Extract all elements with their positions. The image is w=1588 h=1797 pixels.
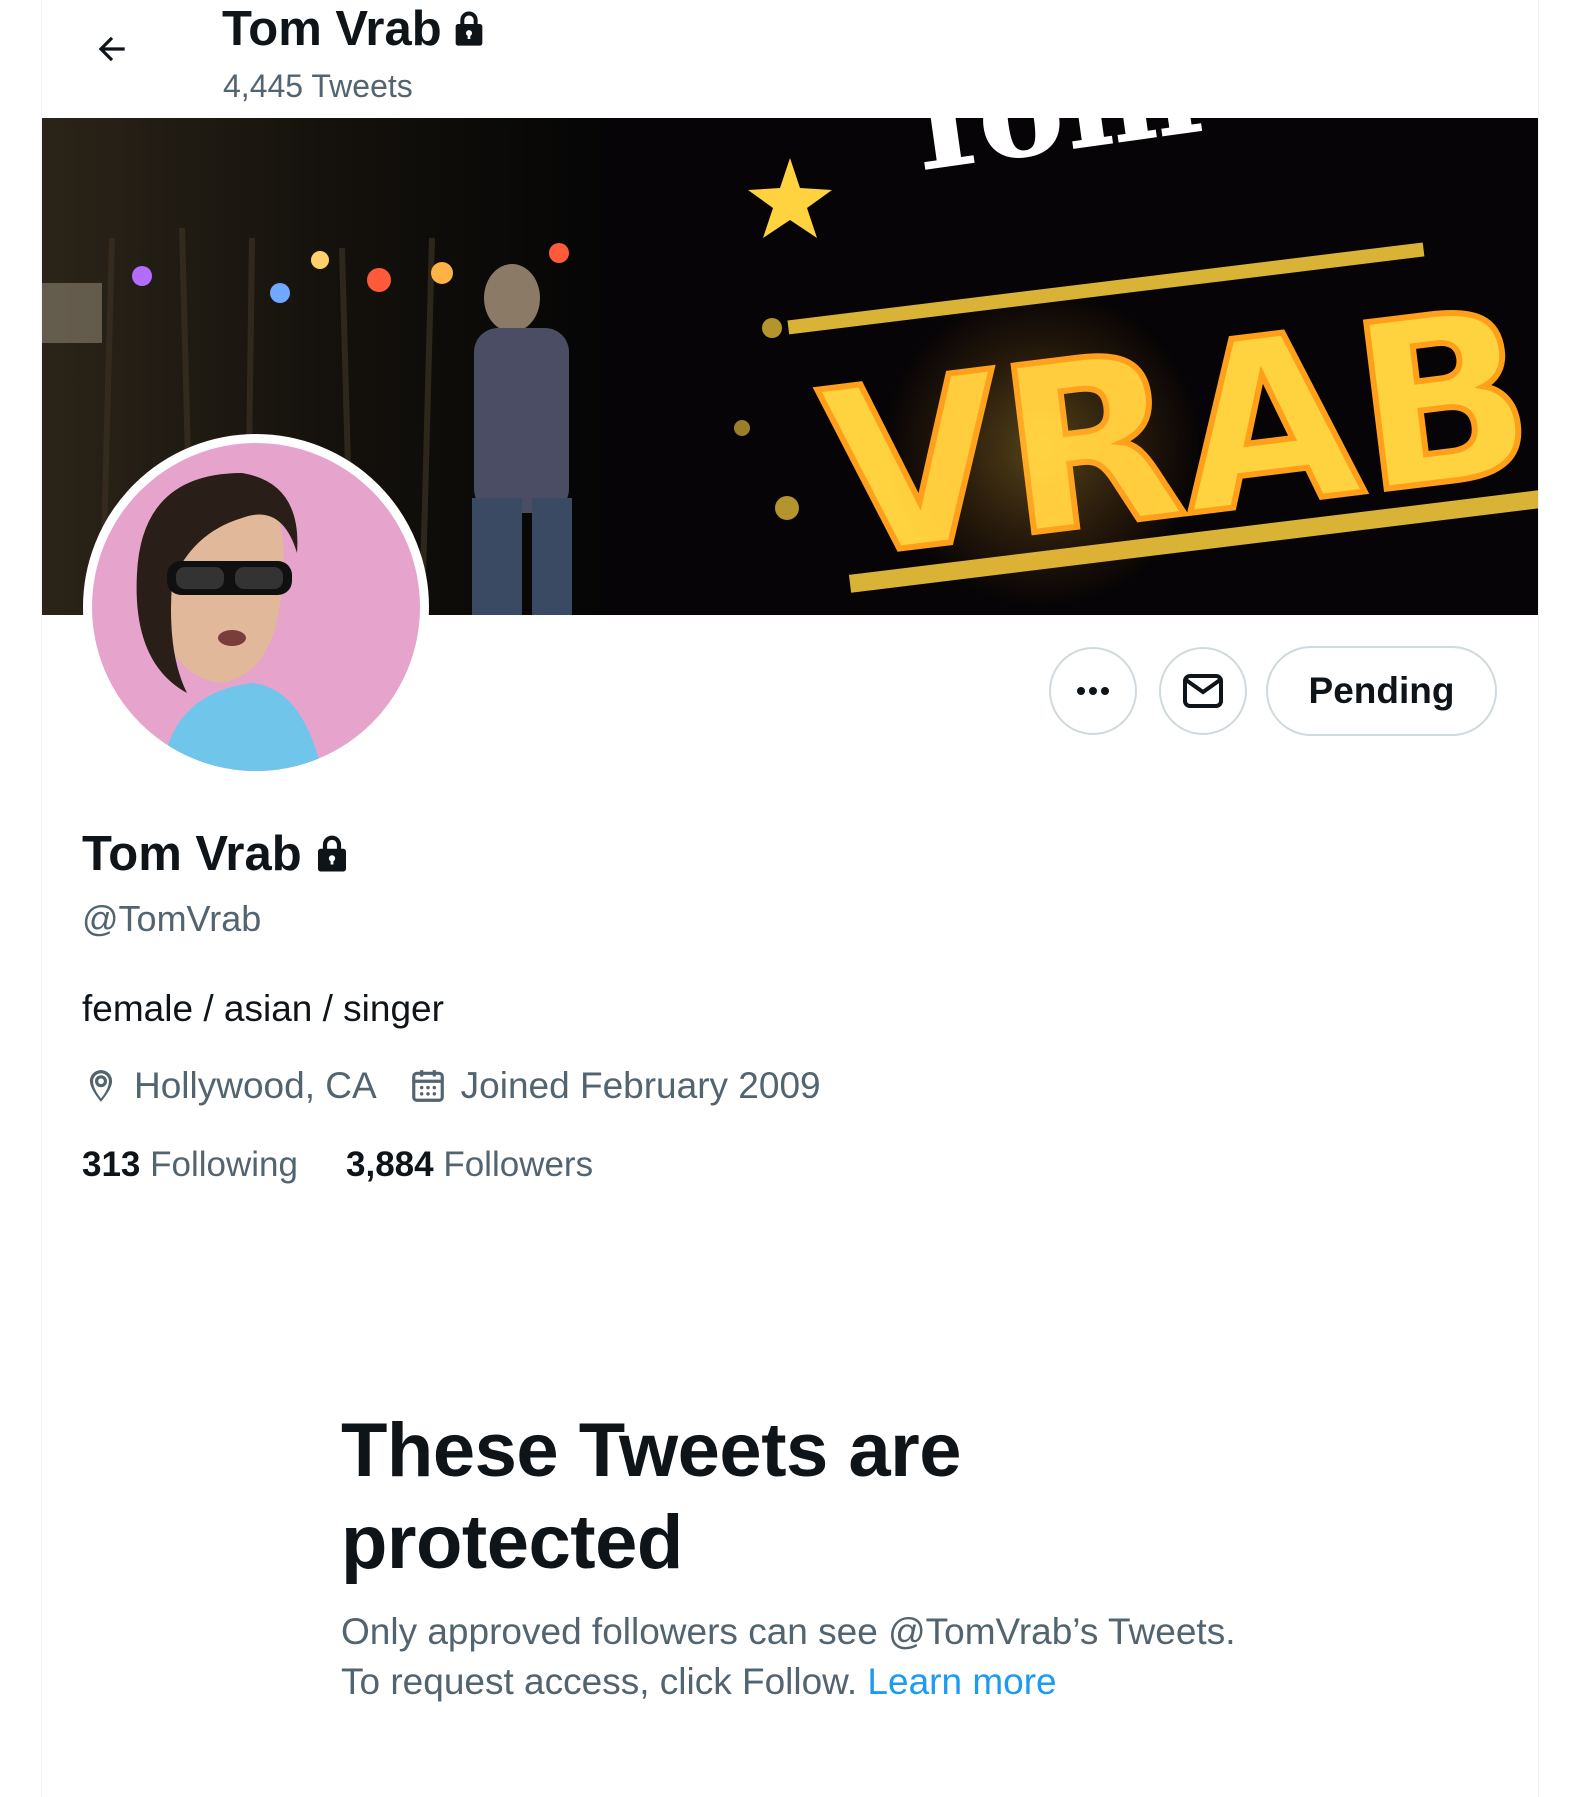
ellipsis-icon	[1077, 687, 1109, 695]
arrow-left-icon	[98, 36, 125, 62]
followers-count: 3,884	[346, 1145, 434, 1184]
location-pin-icon	[89, 1070, 113, 1102]
joined-item: Joined February 2009	[409, 1065, 821, 1107]
protected-notice: These Tweets are protected Only approved…	[341, 1405, 1301, 1707]
followers-link[interactable]: 3,884 Followers	[346, 1145, 593, 1185]
message-button[interactable]	[1159, 647, 1247, 735]
tweet-count: 4,445 Tweets	[223, 68, 413, 104]
calendar-icon	[411, 1070, 444, 1102]
lock-icon	[455, 11, 482, 46]
envelope-icon	[1183, 674, 1223, 708]
profile-handle: @TomVrab	[82, 898, 262, 939]
following-label: Following	[150, 1145, 298, 1184]
more-options-button[interactable]	[1049, 647, 1137, 735]
profile-column: Tom Vrab 4,445 Tweets VRAB Pending Tom V…	[41, 0, 1539, 1797]
protected-body-text: Only approved followers can see @TomVrab…	[341, 1611, 1236, 1702]
avatar[interactable]	[83, 434, 429, 780]
following-count: 313	[82, 1145, 141, 1184]
header-title: Tom Vrab	[222, 0, 486, 58]
learn-more-link[interactable]: Learn more	[867, 1661, 1056, 1702]
location-text: Hollywood, CA	[134, 1065, 377, 1106]
profile-display-name: Tom Vrab	[82, 827, 302, 881]
pending-button[interactable]: Pending	[1266, 646, 1497, 736]
following-link[interactable]: 313 Following	[82, 1145, 298, 1185]
profile-stats: 313 Following 3,884 Followers	[82, 1145, 641, 1185]
avatar-image	[92, 443, 420, 771]
protected-title: These Tweets are protected	[341, 1408, 962, 1585]
followers-label: Followers	[443, 1145, 594, 1184]
lock-icon	[317, 835, 346, 872]
back-button[interactable]	[77, 14, 147, 84]
location-item: Hollywood, CA	[82, 1065, 377, 1107]
top-header: Tom Vrab 4,445 Tweets	[42, 0, 1538, 118]
header-name: Tom Vrab	[222, 2, 442, 56]
profile-name: Tom Vrab	[82, 826, 350, 882]
joined-text: Joined February 2009	[460, 1065, 821, 1106]
profile-meta: Hollywood, CA Joined February 2009	[82, 1065, 853, 1107]
protected-body: Only approved followers can see @TomVrab…	[341, 1607, 1241, 1707]
profile-bio: female / asian / singer	[82, 988, 444, 1029]
